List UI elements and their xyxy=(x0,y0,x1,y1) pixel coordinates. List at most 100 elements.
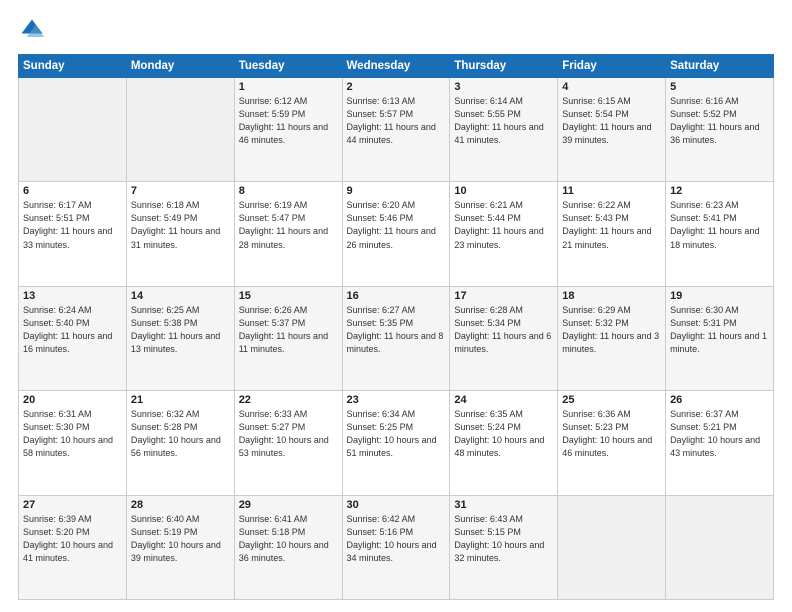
calendar-week-1: 1 Sunrise: 6:12 AM Sunset: 5:59 PM Daylig… xyxy=(19,78,774,182)
day-info: Sunrise: 6:39 AM Sunset: 5:20 PM Dayligh… xyxy=(23,513,122,565)
day-number: 31 xyxy=(454,499,553,511)
calendar-cell xyxy=(19,78,127,182)
day-number: 10 xyxy=(454,185,553,197)
day-number: 27 xyxy=(23,499,122,511)
day-number: 8 xyxy=(239,185,338,197)
day-number: 3 xyxy=(454,81,553,93)
day-info: Sunrise: 6:18 AM Sunset: 5:49 PM Dayligh… xyxy=(131,199,230,251)
day-number: 22 xyxy=(239,394,338,406)
calendar-cell: 17Sunrise: 6:28 AM Sunset: 5:34 PM Dayli… xyxy=(450,286,558,390)
day-info: Sunrise: 6:31 AM Sunset: 5:30 PM Dayligh… xyxy=(23,408,122,460)
calendar-cell: 13Sunrise: 6:24 AM Sunset: 5:40 PM Dayli… xyxy=(19,286,127,390)
day-number: 2 xyxy=(347,81,446,93)
day-info: Sunrise: 6:16 AM Sunset: 5:52 PM Dayligh… xyxy=(670,95,769,147)
weekday-header-saturday: Saturday xyxy=(666,55,774,78)
day-number: 16 xyxy=(347,290,446,302)
day-info: Sunrise: 6:22 AM Sunset: 5:43 PM Dayligh… xyxy=(562,199,661,251)
calendar-week-5: 27 Sunrise: 6:39 AM Sunset: 5:20 PM Dayli… xyxy=(19,495,774,599)
calendar-week-2: 6 Sunrise: 6:17 AM Sunset: 5:51 PM Daylig… xyxy=(19,182,774,286)
day-number: 29 xyxy=(239,499,338,511)
day-info: Sunrise: 6:40 AM Sunset: 5:19 PM Dayligh… xyxy=(131,513,230,565)
day-info: Sunrise: 6:17 AM Sunset: 5:51 PM Dayligh… xyxy=(23,199,122,251)
page: SundayMondayTuesdayWednesdayThursdayFrid… xyxy=(0,0,792,612)
day-number: 25 xyxy=(562,394,661,406)
day-number: 26 xyxy=(670,394,769,406)
weekday-header-thursday: Thursday xyxy=(450,55,558,78)
calendar-cell: 31 Sunrise: 6:43 AM Sunset: 5:15 PM Dayli… xyxy=(450,495,558,599)
calendar-week-4: 20 Sunrise: 6:31 AM Sunset: 5:30 PM Dayli… xyxy=(19,391,774,495)
calendar-cell: 18Sunrise: 6:29 AM Sunset: 5:32 PM Dayli… xyxy=(558,286,666,390)
logo-icon xyxy=(18,16,46,44)
weekday-header-tuesday: Tuesday xyxy=(234,55,342,78)
calendar-cell xyxy=(558,495,666,599)
calendar-cell: 2 Sunrise: 6:13 AM Sunset: 5:57 PM Daylig… xyxy=(342,78,450,182)
day-number: 12 xyxy=(670,185,769,197)
calendar-cell: 7 Sunrise: 6:18 AM Sunset: 5:49 PM Daylig… xyxy=(126,182,234,286)
day-info: Sunrise: 6:13 AM Sunset: 5:57 PM Dayligh… xyxy=(347,95,446,147)
day-number: 14 xyxy=(131,290,230,302)
calendar-cell: 10 Sunrise: 6:21 AM Sunset: 5:44 PM Dayli… xyxy=(450,182,558,286)
day-info: Sunrise: 6:15 AM Sunset: 5:54 PM Dayligh… xyxy=(562,95,661,147)
weekday-header-friday: Friday xyxy=(558,55,666,78)
calendar-cell: 1 Sunrise: 6:12 AM Sunset: 5:59 PM Daylig… xyxy=(234,78,342,182)
calendar-table: SundayMondayTuesdayWednesdayThursdayFrid… xyxy=(18,54,774,600)
day-info: Sunrise: 6:23 AM Sunset: 5:41 PM Dayligh… xyxy=(670,199,769,251)
day-info: Sunrise: 6:34 AM Sunset: 5:25 PM Dayligh… xyxy=(347,408,446,460)
day-number: 28 xyxy=(131,499,230,511)
day-info: Sunrise: 6:33 AM Sunset: 5:27 PM Dayligh… xyxy=(239,408,338,460)
calendar-cell: 5Sunrise: 6:16 AM Sunset: 5:52 PM Daylig… xyxy=(666,78,774,182)
calendar-cell: 28 Sunrise: 6:40 AM Sunset: 5:19 PM Dayli… xyxy=(126,495,234,599)
calendar-cell: 23 Sunrise: 6:34 AM Sunset: 5:25 PM Dayli… xyxy=(342,391,450,495)
calendar-cell: 24 Sunrise: 6:35 AM Sunset: 5:24 PM Dayli… xyxy=(450,391,558,495)
calendar-cell: 25 Sunrise: 6:36 AM Sunset: 5:23 PM Dayli… xyxy=(558,391,666,495)
day-info: Sunrise: 6:21 AM Sunset: 5:44 PM Dayligh… xyxy=(454,199,553,251)
calendar-cell: 21 Sunrise: 6:32 AM Sunset: 5:28 PM Dayli… xyxy=(126,391,234,495)
calendar-cell xyxy=(666,495,774,599)
day-number: 7 xyxy=(131,185,230,197)
day-number: 6 xyxy=(23,185,122,197)
header xyxy=(18,16,774,44)
day-info: Sunrise: 6:36 AM Sunset: 5:23 PM Dayligh… xyxy=(562,408,661,460)
day-info: Sunrise: 6:19 AM Sunset: 5:47 PM Dayligh… xyxy=(239,199,338,251)
day-info: Sunrise: 6:35 AM Sunset: 5:24 PM Dayligh… xyxy=(454,408,553,460)
day-info: Sunrise: 6:37 AM Sunset: 5:21 PM Dayligh… xyxy=(670,408,769,460)
day-info: Sunrise: 6:12 AM Sunset: 5:59 PM Dayligh… xyxy=(239,95,338,147)
day-info: Sunrise: 6:24 AM Sunset: 5:40 PM Dayligh… xyxy=(23,304,122,356)
day-number: 24 xyxy=(454,394,553,406)
day-info: Sunrise: 6:43 AM Sunset: 5:15 PM Dayligh… xyxy=(454,513,553,565)
day-info: Sunrise: 6:41 AM Sunset: 5:18 PM Dayligh… xyxy=(239,513,338,565)
weekday-header-row: SundayMondayTuesdayWednesdayThursdayFrid… xyxy=(19,55,774,78)
calendar-cell: 12 Sunrise: 6:23 AM Sunset: 5:41 PM Dayli… xyxy=(666,182,774,286)
day-info: Sunrise: 6:20 AM Sunset: 5:46 PM Dayligh… xyxy=(347,199,446,251)
calendar-cell: 9 Sunrise: 6:20 AM Sunset: 5:46 PM Daylig… xyxy=(342,182,450,286)
calendar-cell: 15Sunrise: 6:26 AM Sunset: 5:37 PM Dayli… xyxy=(234,286,342,390)
calendar-cell: 4 Sunrise: 6:15 AM Sunset: 5:54 PM Daylig… xyxy=(558,78,666,182)
calendar-cell: 22 Sunrise: 6:33 AM Sunset: 5:27 PM Dayli… xyxy=(234,391,342,495)
calendar-cell: 20 Sunrise: 6:31 AM Sunset: 5:30 PM Dayli… xyxy=(19,391,127,495)
calendar-body: 1 Sunrise: 6:12 AM Sunset: 5:59 PM Daylig… xyxy=(19,78,774,600)
calendar-cell: 11 Sunrise: 6:22 AM Sunset: 5:43 PM Dayli… xyxy=(558,182,666,286)
day-number: 21 xyxy=(131,394,230,406)
day-info: Sunrise: 6:26 AM Sunset: 5:37 PM Dayligh… xyxy=(239,304,338,356)
calendar-cell: 27 Sunrise: 6:39 AM Sunset: 5:20 PM Dayli… xyxy=(19,495,127,599)
weekday-header-sunday: Sunday xyxy=(19,55,127,78)
calendar-cell: 8 Sunrise: 6:19 AM Sunset: 5:47 PM Daylig… xyxy=(234,182,342,286)
calendar-cell: 26 Sunrise: 6:37 AM Sunset: 5:21 PM Dayli… xyxy=(666,391,774,495)
day-number: 20 xyxy=(23,394,122,406)
day-info: Sunrise: 6:32 AM Sunset: 5:28 PM Dayligh… xyxy=(131,408,230,460)
calendar-cell: 19Sunrise: 6:30 AM Sunset: 5:31 PM Dayli… xyxy=(666,286,774,390)
day-number: 4 xyxy=(562,81,661,93)
calendar-cell: 14 Sunrise: 6:25 AM Sunset: 5:38 PM Dayli… xyxy=(126,286,234,390)
day-number: 11 xyxy=(562,185,661,197)
day-number: 9 xyxy=(347,185,446,197)
logo xyxy=(18,16,50,44)
day-info: Sunrise: 6:25 AM Sunset: 5:38 PM Dayligh… xyxy=(131,304,230,356)
calendar-cell: 6 Sunrise: 6:17 AM Sunset: 5:51 PM Daylig… xyxy=(19,182,127,286)
day-info: Sunrise: 6:27 AM Sunset: 5:35 PM Dayligh… xyxy=(347,304,446,356)
calendar-week-3: 13Sunrise: 6:24 AM Sunset: 5:40 PM Dayli… xyxy=(19,286,774,390)
calendar-header: SundayMondayTuesdayWednesdayThursdayFrid… xyxy=(19,55,774,78)
calendar-cell: 3Sunrise: 6:14 AM Sunset: 5:55 PM Daylig… xyxy=(450,78,558,182)
day-number: 23 xyxy=(347,394,446,406)
day-number: 1 xyxy=(239,81,338,93)
weekday-header-monday: Monday xyxy=(126,55,234,78)
